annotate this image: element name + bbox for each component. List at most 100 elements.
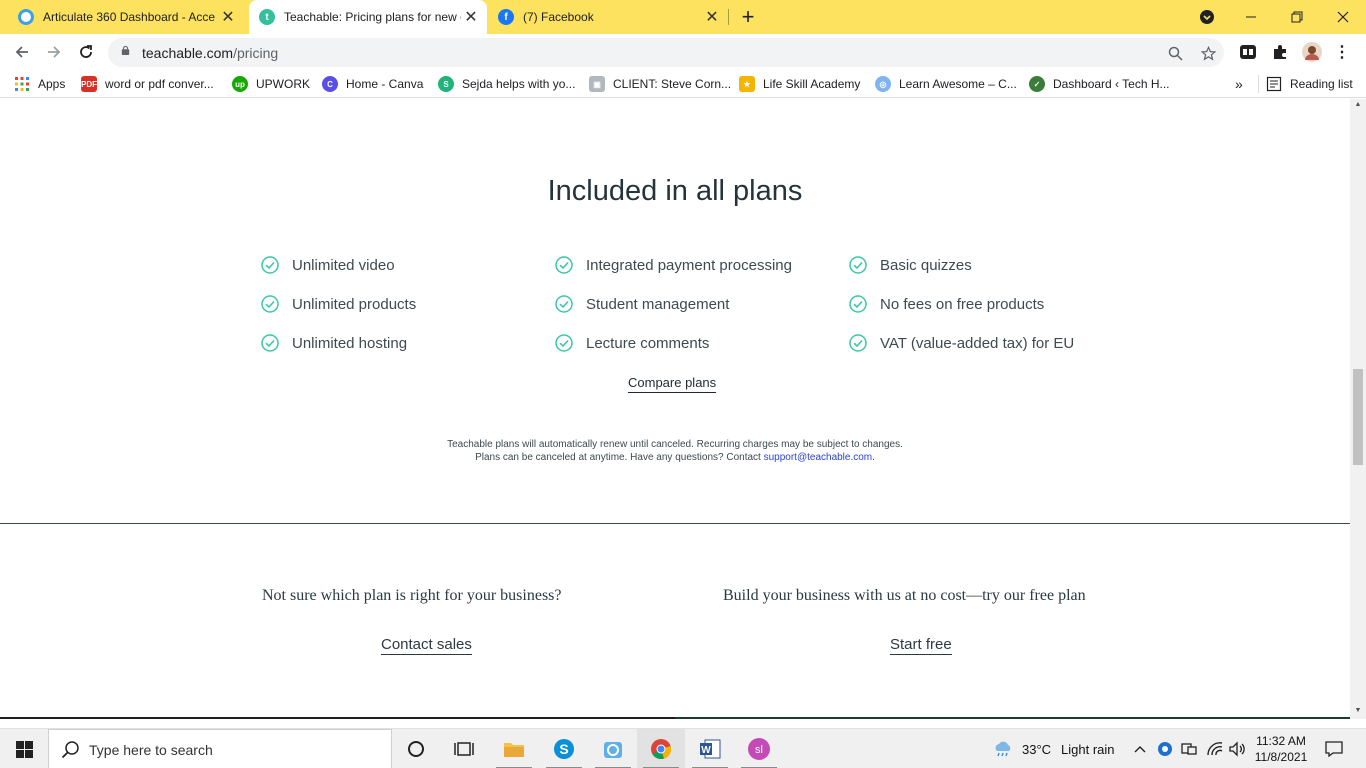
tab-title: Articulate 360 Dashboard - Acce (43, 10, 216, 24)
notifications-button[interactable] (1322, 729, 1346, 768)
new-tab-button[interactable]: + (724, 0, 772, 34)
feature-item: Unlimited products (261, 295, 416, 313)
windows-logo-icon (15, 740, 33, 758)
extension-button[interactable] (1238, 42, 1258, 62)
minimize-icon (1246, 16, 1256, 18)
feature-label: Unlimited video (292, 256, 395, 274)
section-heading: Included in all plans (547, 175, 803, 207)
tab-articulate[interactable]: Articulate 360 Dashboard - Acce ✕ (0, 0, 244, 34)
tray-onedrive[interactable] (1156, 729, 1174, 768)
close-icon[interactable]: ✕ (461, 7, 481, 27)
taskbar-chrome[interactable] (637, 729, 685, 768)
bookmark-academy[interactable]: ★ Life Skill Academy (739, 76, 860, 92)
chevron-down-icon (1200, 10, 1214, 24)
bookmark-apps[interactable]: Apps (14, 76, 65, 92)
feature-item: Basic quizzes (849, 256, 972, 274)
forward-button[interactable] (42, 40, 66, 64)
scrollbar-thumb[interactable] (1353, 369, 1363, 465)
reload-icon (80, 45, 92, 58)
clock-date: 11/8/2021 (1254, 750, 1308, 764)
bookmark-label: Life Skill Academy (763, 77, 861, 91)
feature-item: Lecture comments (555, 334, 709, 352)
bookmark-label: word or pdf conver... (105, 77, 214, 91)
bookmark-dashboard[interactable]: ✓ Dashboard ‹ Tech H... (1029, 76, 1170, 92)
close-icon[interactable]: ✕ (218, 7, 238, 27)
taskbar-clock[interactable]: 11:32 AM 11/8/2021 (1248, 733, 1314, 765)
bookmark-learn[interactable]: ◎ Learn Awesome – C... (875, 76, 1017, 92)
bookmark-pdf[interactable]: PDF word or pdf conver... (81, 76, 214, 92)
bookmark-label: Home - Canva (346, 77, 424, 91)
canva-icon: C (322, 76, 338, 92)
taskbar-word[interactable]: W (686, 729, 734, 768)
address-bar[interactable]: teachable.com/pricing (108, 38, 1224, 67)
check-circle-icon (555, 295, 573, 313)
menu-button[interactable]: ⋮ (1332, 42, 1352, 62)
cortana-button[interactable] (392, 729, 440, 768)
taskbar-app-blue[interactable] (589, 729, 637, 768)
back-button[interactable] (10, 40, 34, 64)
compare-plans-link[interactable]: Compare plans (628, 375, 717, 393)
feature-item: Student management (555, 295, 729, 313)
bookmark-upwork[interactable]: up UPWORK (232, 76, 310, 92)
profile-button[interactable] (1302, 42, 1322, 62)
check-circle-icon (261, 295, 279, 313)
weather-widget[interactable]: 33°C Light rain (992, 729, 1115, 768)
wifi-icon (1207, 742, 1223, 756)
tab-strip: Articulate 360 Dashboard - Acce ✕ t Teac… (0, 0, 1366, 34)
tray-wifi[interactable] (1206, 729, 1224, 768)
scroll-up-arrow[interactable]: ▲ (1350, 101, 1366, 108)
tray-network-adapter[interactable] (1180, 729, 1198, 768)
bookmark-star-button[interactable] (1198, 43, 1218, 63)
restore-icon (1291, 11, 1303, 23)
avatar-icon (1302, 42, 1322, 62)
bookmark-sejda[interactable]: S Sejda helps with yo... (438, 76, 575, 92)
show-hidden-icons-button[interactable] (1132, 729, 1148, 768)
contact-sales-link[interactable]: Contact sales (381, 636, 472, 655)
reload-button[interactable] (74, 40, 98, 64)
reading-list-button[interactable]: Reading list (1266, 76, 1353, 92)
close-icon[interactable]: ✕ (702, 7, 722, 27)
scroll-down-arrow[interactable]: ▼ (1350, 707, 1366, 714)
note-line: Plans can be canceled at anytime. Have a… (0, 451, 1350, 464)
renewal-note: Teachable plans will automatically renew… (0, 438, 1350, 464)
svg-text:S: S (559, 741, 568, 757)
close-window-button[interactable] (1320, 0, 1366, 34)
page-scrollbar[interactable]: ▲ ▼ (1350, 99, 1366, 719)
client-icon: ▣ (589, 76, 605, 92)
bookmark-client[interactable]: ▣ CLIENT: Steve Corn... (589, 76, 731, 92)
start-free-link[interactable]: Start free (890, 636, 952, 655)
tab-teachable[interactable]: t Teachable: Pricing plans for new c ✕ (249, 0, 487, 34)
note-text: Plans can be canceled at anytime. Have a… (475, 452, 761, 463)
bookmarks-overflow-button[interactable]: » (1235, 76, 1243, 92)
restore-button[interactable] (1274, 0, 1320, 34)
page-content: Included in all plans Unlimited video In… (0, 99, 1350, 719)
minimize-button[interactable] (1228, 0, 1274, 34)
check-circle-icon (555, 334, 573, 352)
taskbar-file-explorer[interactable] (490, 729, 538, 768)
arrow-right-icon (48, 46, 61, 58)
support-email-link[interactable]: support@teachable.com (764, 452, 873, 463)
chevron-up-icon (1134, 746, 1146, 753)
bookmark-canva[interactable]: C Home - Canva (322, 76, 423, 92)
task-view-button[interactable] (440, 729, 488, 768)
apps-grid-icon (15, 77, 29, 91)
taskbar-search[interactable]: Type here to search (48, 729, 392, 768)
feature-label: Basic quizzes (880, 256, 972, 274)
network-icon (1181, 743, 1197, 755)
start-button[interactable] (0, 729, 48, 768)
bookmark-label: CLIENT: Steve Corn... (613, 77, 732, 91)
more-vertical-icon: ⋮ (1334, 44, 1350, 61)
taskbar-skype[interactable]: S (540, 729, 588, 768)
taskbar-app-sl[interactable]: sl (735, 729, 783, 768)
question-left: Not sure which plan is right for your bu… (262, 587, 562, 604)
tab-search-button[interactable] (1184, 0, 1230, 34)
url-text[interactable]: teachable.com/pricing (142, 45, 278, 61)
bookmark-label: Learn Awesome – C... (899, 77, 1017, 91)
reading-list-label: Reading list (1290, 77, 1353, 91)
tray-volume[interactable] (1228, 729, 1246, 768)
extensions-button[interactable] (1270, 42, 1290, 62)
extension-app-icon (1240, 45, 1256, 59)
zoom-button[interactable] (1165, 43, 1185, 63)
feature-label: Unlimited products (292, 295, 417, 313)
tab-facebook[interactable]: f (7) Facebook ✕ (488, 0, 728, 34)
